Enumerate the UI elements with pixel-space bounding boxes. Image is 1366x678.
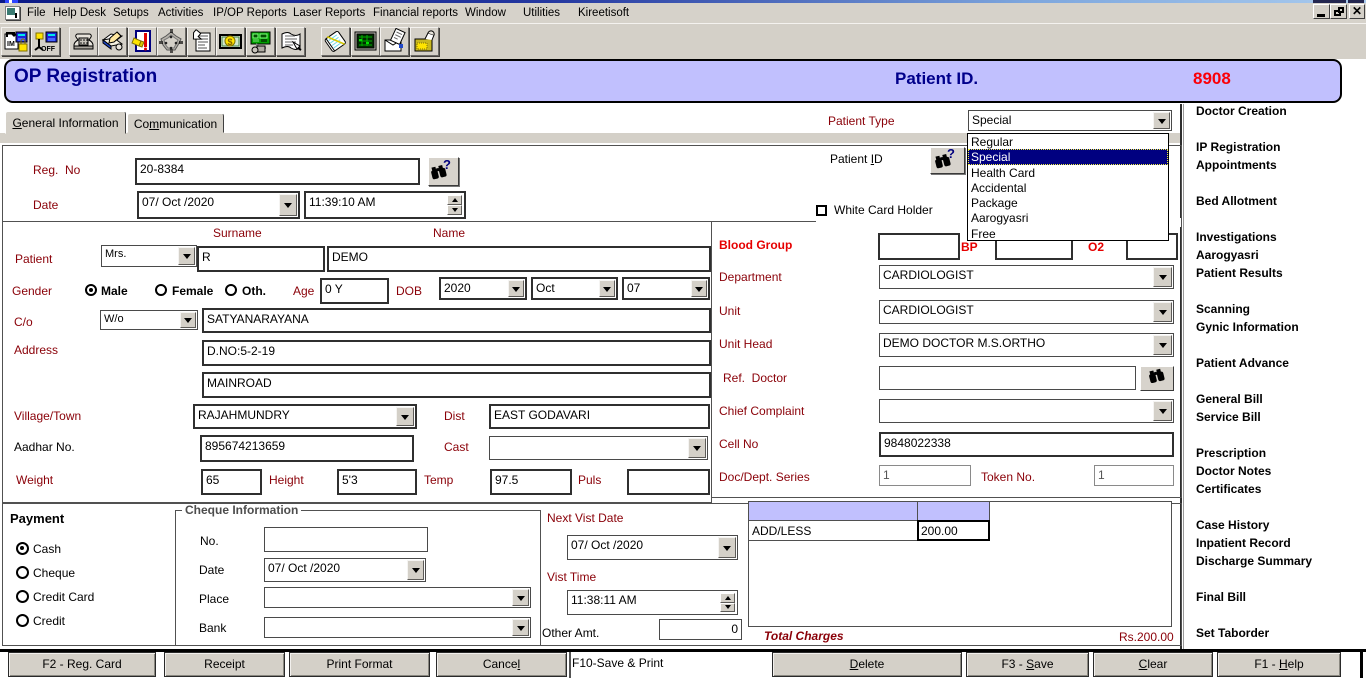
svg-text:$: $ xyxy=(228,37,233,47)
svg-text:IM: IM xyxy=(7,41,15,48)
svg-text:OFF: OFF xyxy=(41,46,56,53)
